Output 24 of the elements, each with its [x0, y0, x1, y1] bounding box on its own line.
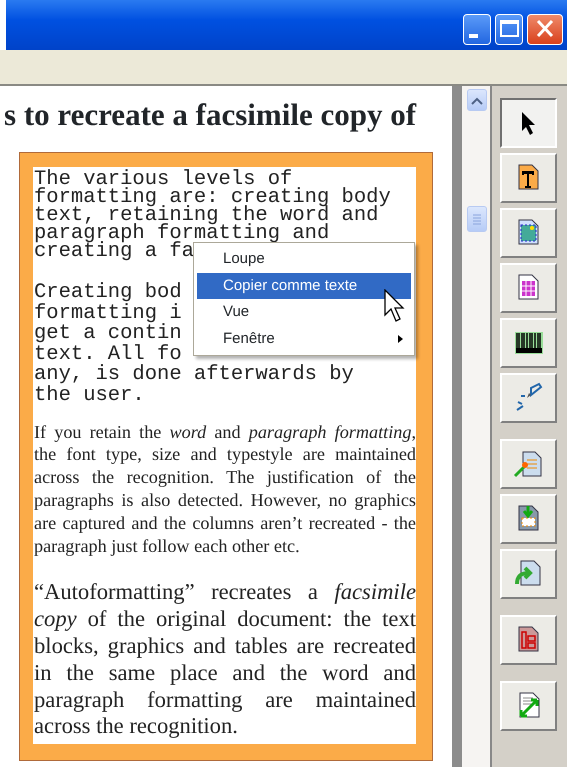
text-line: paragraph formatting and	[34, 225, 330, 243]
page-heading: s to recreate a facsimile copy of	[4, 98, 418, 132]
minimize-button[interactable]	[463, 14, 491, 44]
vertical-scrollbar[interactable]	[462, 86, 490, 767]
close-button[interactable]	[527, 14, 563, 44]
paragraph: “Autoformatting” recreates a facsimile copy of the original document: the text blocks, graphics and tables are recreated in the same place and the word and paragraph formatting are maintained across the recognition.	[34, 579, 416, 740]
text-line: any, is done afterwards by	[34, 365, 354, 386]
mouse-pointer-icon	[384, 289, 406, 323]
tool-button[interactable]	[500, 98, 557, 148]
menu-item[interactable]: Fenêtre	[197, 326, 411, 352]
paragraph: If you retain the word and paragraph formatting, the font type, size and typestyle are maintained across the recognition. The justification of the paragraphs is also detected. However, no graphics are captured and the columns aren’t recreated - the paragraph just follow each other etc.	[34, 420, 416, 558]
scroll-up-button[interactable]	[467, 89, 487, 111]
text-line: text. All fo	[34, 344, 182, 366]
text-line: creating a fa	[34, 243, 194, 261]
text-line: Creating bod	[34, 283, 182, 304]
text-line: the user.	[34, 386, 145, 407]
maximize-button[interactable]	[495, 14, 523, 44]
menu-item[interactable]: Vue	[197, 299, 411, 326]
menu-item[interactable]: Copier comme texte	[197, 272, 411, 299]
text-line: get a contin	[34, 324, 182, 345]
menu-item[interactable]: Loupe	[197, 246, 411, 272]
minimize-icon	[469, 34, 478, 38]
scroll-thumb[interactable]	[467, 206, 487, 232]
text-line: formatting i	[34, 304, 182, 324]
